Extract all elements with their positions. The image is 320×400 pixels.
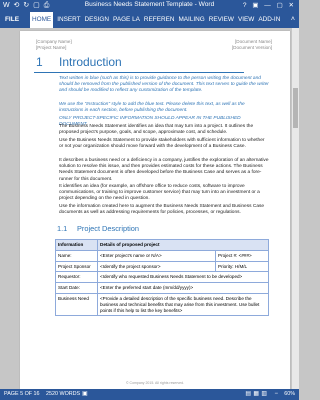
row-value-name[interactable]: <Enter project's name or N/A> — [97, 249, 216, 262]
instruction-text-1: Text written in blue (such as this) is t… — [59, 76, 269, 93]
instruction-text-2: We use the "Instruction" style to add th… — [59, 102, 245, 113]
document-page[interactable]: [Company Name] [Project Name] [Document … — [20, 31, 290, 389]
table-row: Business Need <Provide a detailed descri… — [55, 292, 269, 317]
header-right: [Document Name] [Document Version] — [232, 39, 272, 51]
tab-review[interactable]: REVIEW — [209, 12, 234, 28]
row-label-name: Name: — [55, 249, 98, 262]
body-paragraph-1: The Business Needs Statement identifies … — [59, 124, 254, 136]
heading1: Introduction — [59, 55, 122, 69]
zoom-level[interactable]: 60% — [284, 389, 295, 400]
page-count[interactable]: PAGE 5 OF 16 — [4, 389, 40, 400]
body-paragraph-4: It identifies an idea (for example, an o… — [59, 184, 260, 202]
table-header-row: Information Details of proposed project — [55, 239, 269, 251]
read-mode-icon[interactable]: ▤ — [245, 389, 251, 400]
document-version: [Document Version] — [231, 45, 272, 50]
heading2: Project Description — [77, 224, 140, 233]
table-row: Name: <Enter project's name or N/A> Proj… — [55, 249, 269, 262]
table-row: Start Date: <Enter the preferred start d… — [55, 282, 269, 294]
zoom-out-icon[interactable]: − — [274, 389, 278, 400]
print-layout-icon[interactable]: ▦ — [253, 389, 259, 400]
project-description-table: Information Details of proposed project … — [55, 239, 269, 317]
heading1-rule — [34, 72, 244, 73]
body-paragraph-5: Use the information created here to augm… — [59, 204, 265, 216]
tab-view[interactable]: VIEW — [238, 12, 254, 28]
row-label-business-need: Business Need — [55, 292, 98, 317]
row-extra-project-number[interactable]: Project #: <###> — [215, 249, 269, 262]
row-value-start-date[interactable]: <Enter the preferred start date (mm/dd/y… — [97, 282, 269, 294]
status-bar: PAGE 5 OF 16 2520 WORDS ▣ ▤ ▦ ▥ − 60% — [0, 389, 299, 400]
row-label-sponsor: Project Sponsor — [55, 260, 98, 273]
tab-mailings[interactable]: MAILING — [178, 12, 204, 28]
body-paragraph-3: It describes a business need or a defici… — [59, 158, 269, 182]
table-header-information: Information — [55, 239, 98, 251]
row-value-requestor[interactable]: <Identify who requested Business Needs S… — [97, 271, 269, 284]
vertical-scrollbar[interactable] — [292, 28, 299, 389]
scrollbar-thumb[interactable] — [293, 88, 298, 128]
tab-design[interactable]: DESIGN — [85, 12, 110, 28]
web-layout-icon[interactable]: ▥ — [261, 389, 267, 400]
tab-home[interactable]: HOME — [30, 12, 54, 28]
heading2-number: 1.1 — [57, 224, 68, 233]
project-name: [Project Name] — [36, 45, 67, 50]
row-label-start-date: Start Date: — [55, 282, 98, 294]
tab-insert[interactable]: INSERT — [57, 12, 80, 28]
collapse-ribbon-icon[interactable]: ˄ — [291, 12, 295, 28]
document-canvas[interactable]: [Company Name] [Project Name] [Document … — [0, 28, 299, 389]
body-paragraph-2: Use the Business Needs Statement to prov… — [59, 138, 265, 150]
table-row: Requestor: <Identify who requested Busin… — [55, 271, 269, 284]
page-footer: © Company 2015. All rights reserved. — [125, 381, 185, 385]
proofing-icon[interactable]: ▣ — [82, 389, 88, 400]
row-value-business-need[interactable]: <Provide a detailed description of the s… — [97, 292, 269, 317]
row-value-sponsor[interactable]: <Identify the project sponsor> — [97, 260, 216, 273]
file-tab[interactable]: FILE — [0, 12, 24, 28]
table-header-details: Details of proposed project — [97, 239, 269, 251]
header-left: [Company Name] [Project Name] — [36, 39, 72, 51]
row-label-requestor: Requestor: — [55, 271, 98, 284]
title-bar: W ⟲ ↻ ▢ ⎙ Business Needs Statement Templ… — [0, 0, 299, 12]
window-controls[interactable]: ? ▣ — ▢ ✕ — [243, 1, 296, 9]
tab-add-ins[interactable]: ADD-IN — [258, 12, 280, 28]
row-extra-priority[interactable]: Priority: H/M/L — [215, 260, 269, 273]
word-count[interactable]: 2520 WORDS — [46, 389, 80, 400]
ribbon-tabs: FILE HOME INSERT DESIGN PAGE LA REFEREN … — [0, 12, 299, 28]
table-row: Project Sponsor <Identify the project sp… — [55, 260, 269, 273]
tab-page-layout[interactable]: PAGE LA — [113, 12, 140, 28]
heading1-number: 1 — [36, 55, 43, 69]
tab-references[interactable]: REFEREN — [144, 12, 175, 28]
